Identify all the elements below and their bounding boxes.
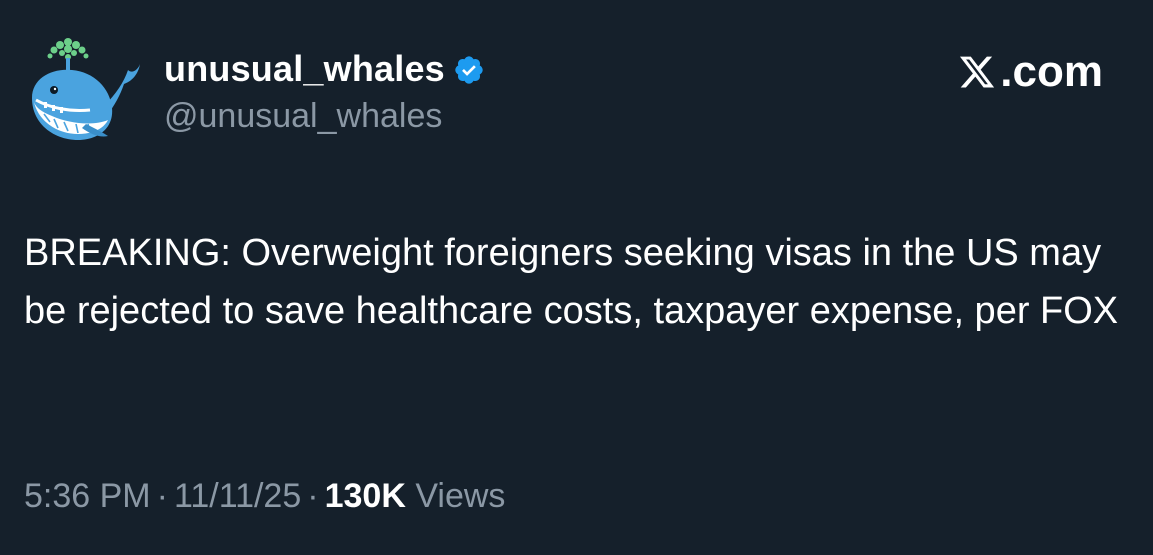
x-logo-icon [960,56,995,88]
meta-separator: · [156,477,168,515]
meta-separator: · [307,477,319,515]
tweet-date[interactable]: 11/11/25 [174,477,301,515]
name-row: unusual_whales [164,44,485,94]
author-display-name[interactable]: unusual_whales [164,48,445,90]
tweet-text: BREAKING: Overweight foreigners seeking … [24,232,1119,332]
author-handle[interactable]: @unusual_whales [164,94,485,138]
views-label: Views [415,477,506,515]
x-com-brand: .com [957,46,1103,98]
tweet-meta: 5:36 PM · 11/11/25 · 130K Views [24,474,505,518]
whale-icon [32,38,140,140]
tweet-time[interactable]: 5:36 PM [24,477,151,515]
views-count[interactable]: 130K [325,477,406,515]
verified-badge-icon [455,56,483,84]
avatar[interactable] [24,36,142,144]
x-com-label: .com [1000,47,1103,96]
tweet-card: unusual_whales @unusual_whales .com BREA… [0,0,1153,555]
author-identity: unusual_whales @unusual_whales [164,44,485,138]
